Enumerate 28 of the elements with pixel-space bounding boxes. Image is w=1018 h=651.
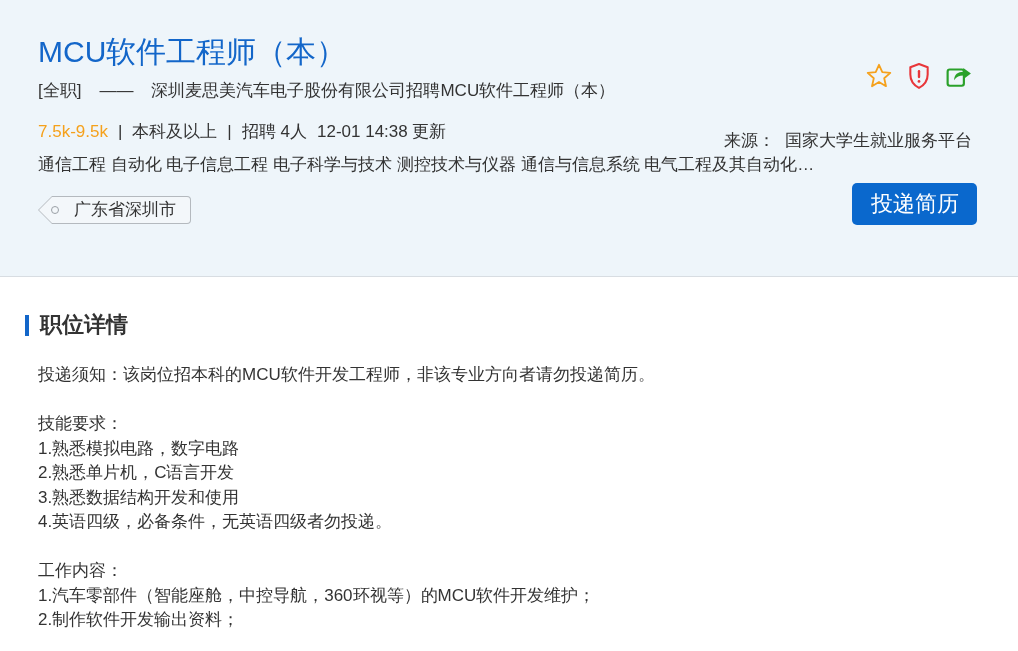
dash-separator: —— — [99, 80, 134, 102]
company-subtitle: 深圳麦思美汽车电子股份有限公司招聘MCU软件工程师（本） — [151, 80, 616, 102]
description-text: 2.制作软件开发输出资料； — [38, 609, 241, 631]
description-text: 技能要求： — [38, 413, 124, 435]
location-text: 广东省深圳市 — [74, 199, 176, 221]
meta-text: 招聘 4人 — [241, 121, 307, 143]
section-heading: 职位详情 — [40, 311, 128, 339]
apply-button[interactable]: 投递简历 — [852, 183, 977, 225]
meta-divider: | — [227, 121, 232, 143]
star-icon[interactable] — [866, 63, 892, 89]
job-type-text: [全职] — [38, 80, 82, 102]
description-text: 3.熟悉数据结构开发和使用 — [38, 486, 241, 509]
heading-bar-icon — [25, 314, 29, 336]
job-title: MCU软件工程师（本） — [38, 34, 348, 70]
description-text: 投递须知：该岗位招本科的MCU软件开发工程师，非该专业方向者请勿投递简历。 — [38, 364, 656, 386]
description-text: 2.熟悉单片机，C语言开发 — [38, 462, 236, 484]
shield-alert-icon[interactable] — [906, 63, 932, 89]
source-text: 国家大学生就业服务平台 — [785, 130, 972, 152]
description-text: 工作内容： — [38, 560, 124, 582]
description-text: 1.汽车零部件（智能座舱，中控导航，360环视等）的MCU软件开发维护； — [38, 584, 597, 607]
meta-text: 12-01 14:38 更新 — [316, 121, 447, 143]
meta-text: 本科及以上 — [132, 121, 218, 143]
source-label: 来源： — [724, 130, 775, 152]
meta-divider: | — [117, 121, 123, 143]
salary-text: 7.5k-9.5k — [38, 121, 108, 143]
description-text: 4.英语四级，必备条件，无英语四级者勿投递。 — [38, 511, 394, 533]
majors-text: 通信工程 自动化 电子信息工程 电子科学与技术 测控技术与仪器 通信与信息系统 电气工程及其自动化… — [38, 154, 816, 176]
description-text: 1.熟悉模拟电路，数字电路 — [38, 437, 241, 460]
